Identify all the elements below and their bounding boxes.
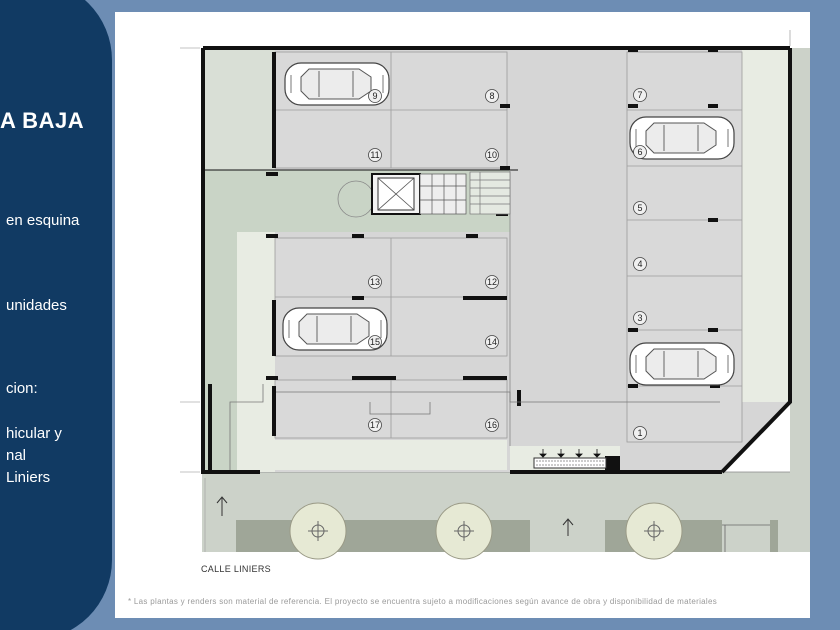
tree-icon xyxy=(289,502,347,560)
svg-text:14: 14 xyxy=(487,337,497,347)
space-14: 14 xyxy=(485,335,499,349)
svg-text:1: 1 xyxy=(637,428,642,438)
space-8: 8 xyxy=(485,89,499,103)
sidebar-line-pedestrian: nal xyxy=(6,447,27,464)
floor-plan: 1 3 4 5 6 7 8 9 10 11 12 13 14 15 16 17 xyxy=(180,30,810,560)
info-sidebar: A BAJA en esquina unidades cion: hicular… xyxy=(0,0,115,630)
street-label: CALLE LINIERS xyxy=(201,564,271,574)
planter-circle xyxy=(337,180,375,218)
space-10: 10 xyxy=(485,148,499,162)
space-3: 3 xyxy=(633,311,647,325)
frame-top xyxy=(0,0,840,12)
parking-grid-left xyxy=(274,51,508,439)
svg-text:9: 9 xyxy=(372,91,377,101)
space-5: 5 xyxy=(633,201,647,215)
space-7: 7 xyxy=(633,88,647,102)
sidebar-line-units: unidades xyxy=(6,297,67,314)
space-9: 9 xyxy=(368,89,382,103)
svg-text:3: 3 xyxy=(637,313,642,323)
ramp-stairs xyxy=(469,171,511,215)
space-17: 17 xyxy=(368,418,382,432)
svg-text:4: 4 xyxy=(637,259,642,269)
svg-text:11: 11 xyxy=(370,150,379,160)
tree-icon xyxy=(435,502,493,560)
svg-text:16: 16 xyxy=(487,420,497,430)
svg-text:12: 12 xyxy=(487,277,497,287)
space-6: 6 xyxy=(633,145,647,159)
sidebar-title: A BAJA xyxy=(0,108,85,133)
svg-text:10: 10 xyxy=(487,150,497,160)
space-4: 4 xyxy=(633,257,647,271)
tree-icon xyxy=(625,502,683,560)
space-12: 12 xyxy=(485,275,499,289)
frame-bottom xyxy=(0,618,840,630)
disclaimer-footnote: * Las plantas y renders son material de … xyxy=(128,597,718,606)
sidebar-line-vehicular: hicular y xyxy=(6,425,62,442)
space-16: 16 xyxy=(485,418,499,432)
frame-right xyxy=(810,0,840,630)
svg-text:6: 6 xyxy=(637,147,642,157)
svg-text:17: 17 xyxy=(370,420,380,430)
space-1: 1 xyxy=(633,426,647,440)
sidebar-line-access-heading: cion: xyxy=(6,380,38,397)
sidebar-line-location: en esquina xyxy=(6,212,80,229)
svg-text:7: 7 xyxy=(637,90,642,100)
space-11: 11 xyxy=(368,148,382,162)
space-15: 15 xyxy=(368,335,382,349)
svg-text:5: 5 xyxy=(637,203,642,213)
svg-text:8: 8 xyxy=(489,91,494,101)
car-icon xyxy=(629,342,735,386)
space-13: 13 xyxy=(368,275,382,289)
svg-text:13: 13 xyxy=(370,277,380,287)
stairs-icon xyxy=(419,173,467,215)
svg-text:15: 15 xyxy=(370,337,380,347)
sidebar-line-street: Liniers xyxy=(6,469,51,486)
sidebar-background xyxy=(0,0,112,630)
